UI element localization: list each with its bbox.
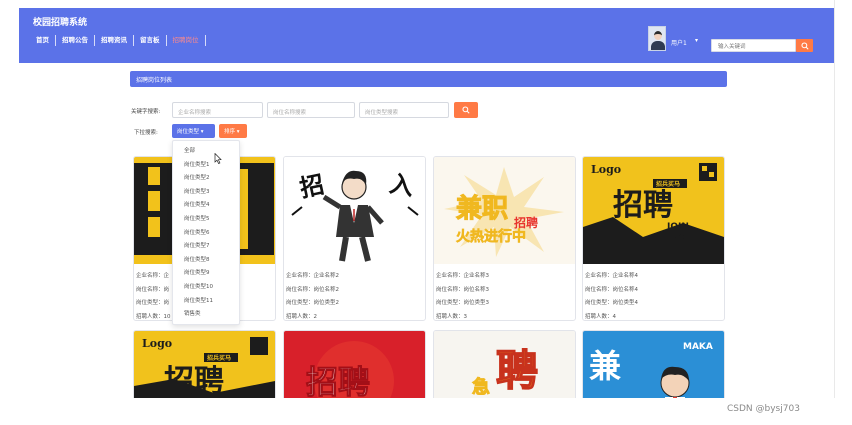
sort-dropdown[interactable]: 排序 ▾ [219,124,247,138]
section-title-bar: 招聘岗位列表 [130,71,727,87]
menu-item-type-1[interactable]: 岗位类型1 [173,159,239,173]
avatar-head [654,31,662,40]
job-card-image: 招 入 [284,157,425,264]
row2-card-3-image-text-a: 急 [472,376,490,398]
job-card[interactable]: 兼 MAKA [582,330,725,398]
job-card[interactable]: Logo 招兵买马 招聘 JOIN US 企业名称：企业名称4 岗位名称：岗位名… [582,156,725,321]
card-3-image-text-c: 火热进行中 [456,228,526,245]
job-card-image: 招聘 [284,331,425,398]
job-card-position: 岗位名称：岗位名称3 [436,286,489,293]
keyword-search-button[interactable] [454,102,478,118]
dropdown-search-label: 下拉搜索: [134,130,158,136]
top-header: 校园招聘系统 首页 招聘公告 招聘资讯 留言板 招聘岗位 用户1 ▾ [19,8,834,63]
card-4-logo-text: Logo [591,163,621,176]
page-root: 校园招聘系统 首页 招聘公告 招聘资讯 留言板 招聘岗位 用户1 ▾ 招聘岗位列… [0,0,852,425]
job-card-image: 兼 MAKA [583,331,724,398]
nav-home[interactable]: 首页 [30,35,56,46]
menu-item-type-3[interactable]: 岗位类型3 [173,186,239,200]
job-card-image: 急 聘 [434,331,575,398]
job-card-company: 企业名称：企 [136,273,170,279]
row2-card-1-badge-text: 招兵买马 [207,354,231,362]
nav-job-positions[interactable]: 招聘岗位 [167,35,206,46]
job-card-type: 岗位类型：岗 [136,300,170,307]
search-icon [462,106,470,114]
chevron-down-icon: ▾ [236,129,240,135]
menu-item-type-2[interactable]: 岗位类型2 [173,172,239,186]
job-card-type: 岗位类型：岗位类型4 [585,300,638,307]
menu-item-sales[interactable]: 销售类 [173,308,239,322]
job-card[interactable]: 招聘 [283,330,426,398]
job-card-company: 企业名称：企业名称3 [436,273,489,279]
menu-item-all[interactable]: 全部 [173,145,239,159]
menu-item-type-8[interactable]: 岗位类型8 [173,254,239,268]
card-3-image-text-b: 招聘 [514,215,538,230]
menu-item-type-7[interactable]: 岗位类型7 [173,240,239,254]
job-card-type: 岗位类型：岗位类型2 [286,300,339,307]
menu-item-type-5[interactable]: 岗位类型5 [173,213,239,227]
job-card[interactable]: 急 聘 [433,330,576,398]
row2-card-4-brand-text: MAKA [683,342,713,352]
position-type-dropdown[interactable]: 岗位类型 ▾ [172,124,215,138]
browser-viewport: 校园招聘系统 首页 招聘公告 招聘资讯 留言板 招聘岗位 用户1 ▾ 招聘岗位列… [19,0,835,398]
job-card-company: 企业名称：企业名称2 [286,273,339,279]
card-3-image-text-a: 兼职 [456,193,508,224]
sort-dropdown-label: 排序 [224,129,236,135]
row2-card-2-image-text: 招聘 [306,363,370,398]
card-2-image-text-b: 入 [387,169,415,201]
keyword-search-label: 关键字搜索: [131,109,161,115]
watermark-text: CSDN @bysj703 [727,404,800,414]
position-search-input[interactable]: 岗位名称搜索 [267,102,355,118]
job-card-position: 岗位名称：岗位名称4 [585,286,638,293]
job-card-position: 岗位名称：岗位名称2 [286,286,339,293]
job-card[interactable]: Logo 招兵买马 招聘 [133,330,276,398]
job-card-image: 兼职 招聘 火热进行中 [434,157,575,264]
nav-announcements[interactable]: 招聘公告 [56,35,95,46]
job-card-info: 企业名称：企 岗位名称：岗 岗位类型：岗 招聘人数：10 [136,270,171,320]
job-card-company: 企业名称：企业名称4 [585,273,638,279]
header-search-button[interactable] [796,39,813,52]
position-type-dropdown-label: 岗位类型 [177,129,200,135]
type-search-input[interactable]: 岗位类型搜索 [359,102,449,118]
avatar-body [651,41,665,50]
job-card-info: 企业名称：企业名称2 岗位名称：岗位名称2 岗位类型：岗位类型2 招聘人数：2 [286,270,339,320]
header-search-input[interactable] [711,39,796,52]
job-card-image: Logo 招兵买马 招聘 [134,331,275,398]
menu-item-type-9[interactable]: 岗位类型9 [173,267,239,281]
card-4-join-text: JOIN [666,222,689,232]
job-card-count: 招聘人数：10 [136,313,171,320]
row2-card-3-image-text-b: 聘 [496,346,538,395]
user-name[interactable]: 用户1 [671,38,687,47]
job-card[interactable]: 招 入 企业名称：企业名称2 岗位名称：岗位名称2 岗位类型：岗位类型2 招聘人… [283,156,426,321]
user-avatar[interactable] [648,26,666,51]
menu-item-type-4[interactable]: 岗位类型4 [173,199,239,213]
job-card-position: 岗位名称：岗 [136,286,170,293]
job-card-info: 企业名称：企业名称3 岗位名称：岗位名称3 岗位类型：岗位类型3 招聘人数：3 [436,270,489,320]
company-search-input[interactable]: 企业名称搜索 [172,102,263,118]
row2-card-4-image-text: 兼 [589,347,621,385]
chevron-down-icon: ▾ [200,129,204,135]
user-menu-caret-icon[interactable]: ▾ [695,37,698,44]
job-card-image: Logo 招兵买马 招聘 JOIN US [583,157,724,264]
menu-item-type-10[interactable]: 岗位类型10 [173,281,239,295]
job-card-count: 招聘人数：4 [585,313,616,320]
job-card-info: 企业名称：企业名称4 岗位名称：岗位名称4 岗位类型：岗位类型4 招聘人数：4 [585,270,638,320]
row2-card-1-image-text: 招聘 [164,364,224,398]
job-card[interactable]: 兼职 招聘 火热进行中 企业名称：企业名称3 岗位名称：岗位名称3 岗位类型：岗… [433,156,576,321]
card-4-us-text: US [671,232,685,242]
app-title: 校园招聘系统 [33,18,88,28]
card-4-badge-text: 招兵买马 [656,180,680,188]
mouse-pointer-icon [214,153,222,164]
nav-news[interactable]: 招聘资讯 [95,35,134,46]
job-card-count: 招聘人数：3 [436,313,467,320]
menu-item-type-6[interactable]: 岗位类型6 [173,227,239,241]
menu-item-type-11[interactable]: 岗位类型11 [173,295,239,309]
row2-card-1-logo-text: Logo [142,337,172,350]
search-icon [800,41,809,50]
job-card-type: 岗位类型：岗位类型3 [436,300,489,307]
nav-message-board[interactable]: 留言板 [134,35,167,46]
main-nav: 首页 招聘公告 招聘资讯 留言板 招聘岗位 [30,33,206,48]
card-4-image-text: 招聘 [613,188,673,223]
position-type-menu: 全部 岗位类型1 岗位类型2 岗位类型3 岗位类型4 岗位类型5 岗位类型6 岗… [172,140,240,325]
job-card-count: 招聘人数：2 [286,313,317,320]
